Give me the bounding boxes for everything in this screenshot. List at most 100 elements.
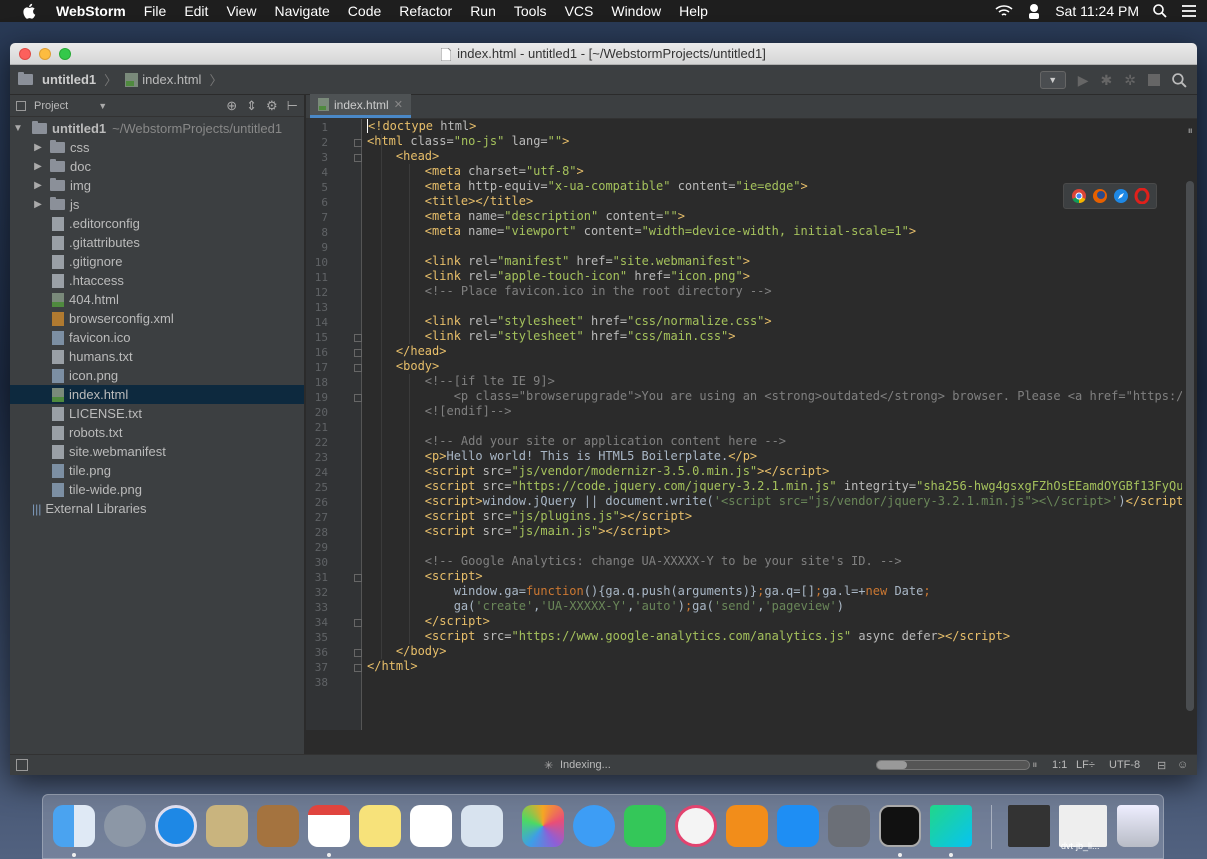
- tree-file[interactable]: humans.txt: [10, 347, 304, 366]
- opera-icon[interactable]: [1134, 188, 1150, 204]
- tool-windows-toggle-icon[interactable]: [16, 759, 28, 771]
- fold-marker-icon[interactable]: [354, 154, 362, 162]
- run-config-dropdown[interactable]: ▼: [1039, 71, 1066, 89]
- wifi-icon[interactable]: [995, 4, 1013, 18]
- system-preferences-icon[interactable]: [828, 805, 870, 847]
- mail-icon[interactable]: [206, 805, 248, 847]
- tree-file[interactable]: icon.png: [10, 366, 304, 385]
- debug-icon[interactable]: ✱: [1101, 72, 1113, 89]
- fold-marker-icon[interactable]: [354, 664, 362, 672]
- contacts-icon[interactable]: [257, 805, 299, 847]
- launchpad-icon[interactable]: [104, 805, 146, 847]
- fold-marker-icon[interactable]: [354, 619, 362, 627]
- messages-icon[interactable]: [573, 805, 615, 847]
- fold-marker-icon[interactable]: [354, 139, 362, 147]
- tree-file[interactable]: tile.png: [10, 461, 304, 480]
- terminal-icon[interactable]: [879, 805, 921, 847]
- tree-folder-css[interactable]: ▶ css: [10, 138, 304, 157]
- menu-run[interactable]: Run: [470, 3, 496, 19]
- firefox-icon[interactable]: [1092, 188, 1108, 204]
- expand-arrow-icon[interactable]: ▶: [32, 142, 44, 153]
- finder-icon[interactable]: [53, 805, 95, 847]
- vertical-scrollbar[interactable]: [1186, 181, 1194, 711]
- stop-icon[interactable]: [1148, 74, 1160, 86]
- project-view-selector[interactable]: Project: [34, 100, 68, 112]
- indexing-status[interactable]: Indexing...: [560, 759, 611, 771]
- maximize-window-button[interactable]: [59, 48, 71, 60]
- file-encoding[interactable]: UTF-8: [1109, 759, 1140, 771]
- preview-icon[interactable]: [461, 805, 503, 847]
- expand-arrow-icon[interactable]: ▶: [32, 180, 44, 191]
- tab-index-html[interactable]: index.html ✕: [310, 94, 411, 118]
- itunes-icon[interactable]: [675, 805, 717, 847]
- tree-folder-img[interactable]: ▶ img: [10, 176, 304, 195]
- fold-marker-icon[interactable]: [354, 649, 362, 657]
- tree-file[interactable]: favicon.ico: [10, 328, 304, 347]
- menubar-clock[interactable]: Sat 11:24 PM: [1055, 3, 1139, 19]
- safari-icon[interactable]: [1113, 188, 1129, 204]
- fold-marker-icon[interactable]: [354, 364, 362, 372]
- fold-marker-icon[interactable]: [354, 394, 362, 402]
- menu-edit[interactable]: Edit: [184, 3, 208, 19]
- menu-refactor[interactable]: Refactor: [399, 3, 452, 19]
- tree-file[interactable]: robots.txt: [10, 423, 304, 442]
- menu-vcs[interactable]: VCS: [565, 3, 594, 19]
- expand-arrow-icon[interactable]: ▶: [32, 161, 44, 172]
- chrome-icon[interactable]: [1071, 188, 1087, 204]
- tree-file[interactable]: .editorconfig: [10, 214, 304, 233]
- tree-file[interactable]: .gitattributes: [10, 233, 304, 252]
- ibooks-icon[interactable]: [726, 805, 768, 847]
- collapse-all-icon[interactable]: ⇕: [246, 98, 257, 114]
- fold-marker-icon[interactable]: [354, 349, 362, 357]
- tree-file[interactable]: 404.html: [10, 290, 304, 309]
- tree-file[interactable]: site.webmanifest: [10, 442, 304, 461]
- chevron-down-icon[interactable]: ▼: [98, 101, 107, 111]
- menu-navigate[interactable]: Navigate: [275, 3, 330, 19]
- expand-arrow-icon[interactable]: ▼: [12, 123, 24, 134]
- trash-icon[interactable]: [1117, 805, 1159, 847]
- editor-menu-icon[interactable]: ⏸: [1188, 125, 1194, 138]
- menu-code[interactable]: Code: [348, 3, 381, 19]
- tree-external-libraries[interactable]: ||| External Libraries: [10, 499, 304, 518]
- menu-file[interactable]: File: [144, 3, 167, 19]
- facetime-icon[interactable]: [624, 805, 666, 847]
- webstorm-icon[interactable]: [930, 805, 972, 847]
- inspector-icon[interactable]: ☺: [1177, 759, 1188, 771]
- tree-file[interactable]: .htaccess: [10, 271, 304, 290]
- app-store-icon[interactable]: [777, 805, 819, 847]
- menu-tools[interactable]: Tools: [514, 3, 547, 19]
- fold-marker-icon[interactable]: [354, 334, 362, 342]
- minimize-window-button[interactable]: [39, 48, 51, 60]
- tree-folder-js[interactable]: ▶ js: [10, 195, 304, 214]
- safari-dock-icon[interactable]: [155, 805, 197, 847]
- tree-file-selected[interactable]: index.html: [10, 385, 304, 404]
- caret-position[interactable]: 1:1: [1052, 759, 1067, 771]
- cancel-progress-icon[interactable]: ⏸: [1032, 759, 1038, 772]
- search-icon[interactable]: [1153, 4, 1167, 18]
- user-icon[interactable]: [1027, 3, 1041, 19]
- tree-file[interactable]: tile-wide.png: [10, 480, 304, 499]
- reminders-icon[interactable]: [410, 805, 452, 847]
- tree-root[interactable]: ▼ untitled1 ~/WebstormProjects/untitled1: [10, 119, 304, 138]
- stacked-folder-icon[interactable]: [1008, 805, 1050, 847]
- run-icon[interactable]: ▶: [1078, 72, 1089, 89]
- fold-marker-icon[interactable]: [354, 574, 362, 582]
- tree-file[interactable]: .gitignore: [10, 252, 304, 271]
- search-everywhere-icon[interactable]: [1172, 72, 1187, 88]
- hide-icon[interactable]: ⊢: [287, 98, 298, 114]
- notes-icon[interactable]: [359, 805, 401, 847]
- list-icon[interactable]: [1181, 4, 1197, 18]
- tree-file[interactable]: LICENSE.txt: [10, 404, 304, 423]
- close-tab-icon[interactable]: ✕: [394, 98, 403, 111]
- gear-icon[interactable]: ⚙: [266, 98, 278, 114]
- breadcrumb-project[interactable]: untitled1: [42, 72, 96, 87]
- line-separator[interactable]: LF÷: [1076, 759, 1095, 771]
- menu-window[interactable]: Window: [611, 3, 661, 19]
- tree-file[interactable]: browserconfig.xml: [10, 309, 304, 328]
- breadcrumb-file[interactable]: index.html: [142, 72, 201, 87]
- apple-icon[interactable]: [20, 3, 40, 19]
- photos-icon[interactable]: [522, 805, 564, 847]
- tree-folder-doc[interactable]: ▶ doc: [10, 157, 304, 176]
- calendar-icon[interactable]: [308, 805, 350, 847]
- close-window-button[interactable]: [19, 48, 31, 60]
